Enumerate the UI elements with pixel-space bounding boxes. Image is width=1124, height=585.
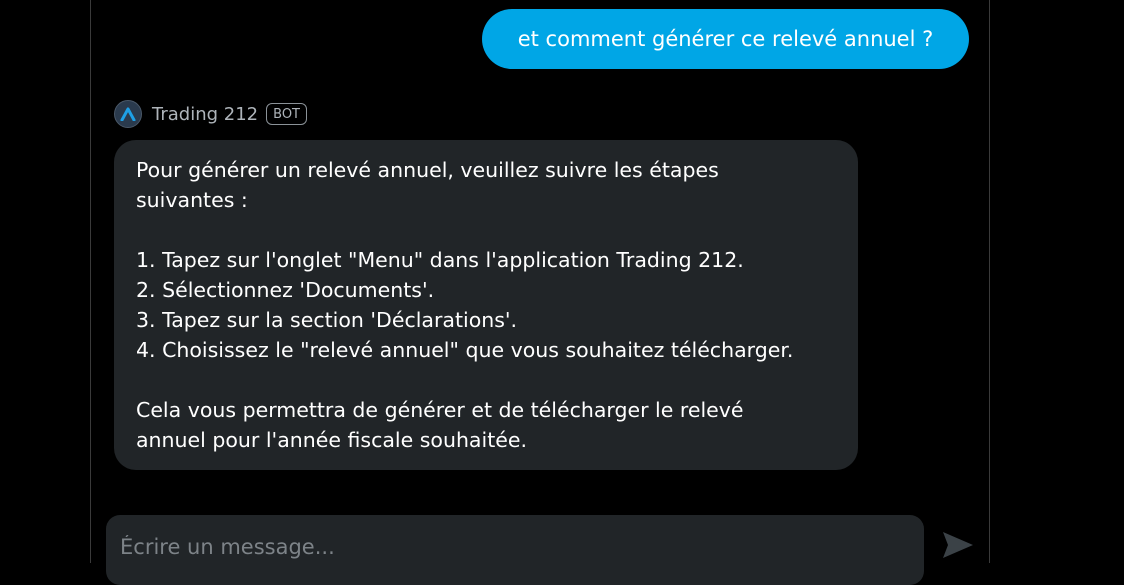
bot-message-line — [136, 215, 836, 245]
bot-message-header: Trading 212 BOT — [114, 99, 307, 129]
bot-message-line — [136, 365, 836, 395]
send-icon — [941, 530, 975, 564]
bot-message-line: Pour générer un relevé annuel, veuillez … — [136, 158, 719, 182]
bot-message-line: suivantes : — [136, 188, 248, 212]
bot-message-line: 1. Tapez sur l'onglet "Menu" dans l'appl… — [136, 248, 744, 272]
message-input[interactable] — [120, 515, 910, 579]
bot-name: Trading 212 — [152, 103, 259, 125]
user-message-bubble: et comment générer ce relevé annuel ? — [482, 9, 969, 69]
user-message-text: et comment générer ce relevé annuel ? — [517, 27, 934, 51]
bot-message-line: 4. Choisissez le "relevé annuel" que vou… — [136, 338, 794, 362]
bot-message-line: 3. Tapez sur la section 'Déclarations'. — [136, 308, 518, 332]
message-composer — [106, 515, 924, 585]
bot-message-line: 2. Sélectionnez 'Documents'. — [136, 278, 435, 302]
bot-message-line: Cela vous permettra de générer et de tél… — [136, 398, 744, 422]
bot-badge: BOT — [266, 103, 307, 125]
bot-message-bubble: Pour générer un relevé annuel, veuillez … — [114, 140, 858, 470]
send-button[interactable] — [938, 530, 978, 566]
bot-message-line: annuel pour l'année fiscale souhaitée. — [136, 428, 527, 452]
trading212-logo-icon — [114, 100, 142, 128]
